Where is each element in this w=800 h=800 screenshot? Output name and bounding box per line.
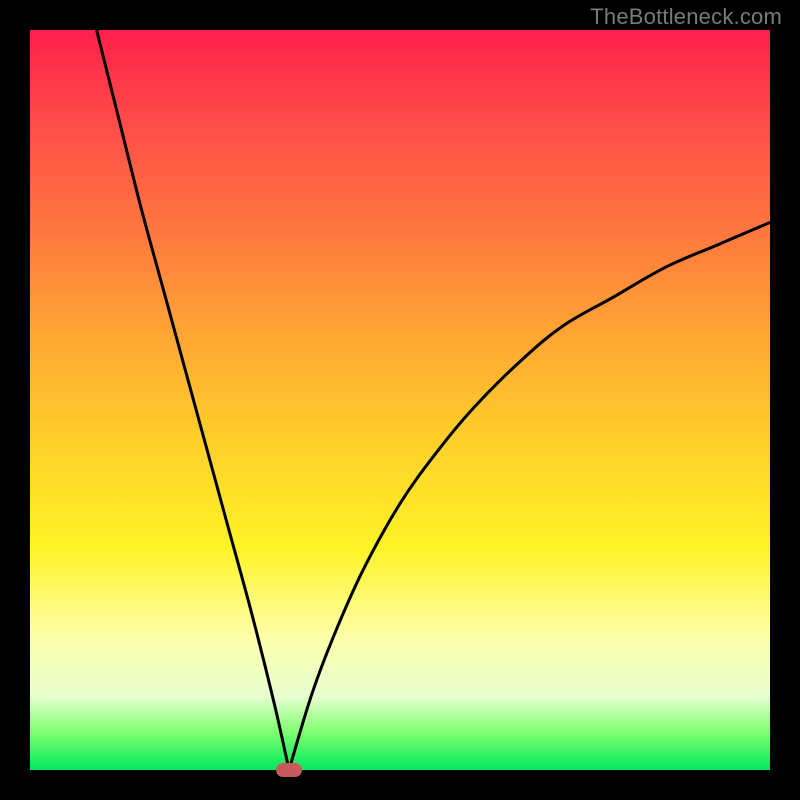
plot-area [30, 30, 770, 770]
chart-frame: TheBottleneck.com [0, 0, 800, 800]
curve-left-branch [97, 30, 289, 770]
curve-right-branch [289, 222, 770, 770]
watermark-text: TheBottleneck.com [590, 4, 782, 30]
vertex-marker [276, 763, 302, 777]
bottleneck-curve [30, 30, 770, 770]
